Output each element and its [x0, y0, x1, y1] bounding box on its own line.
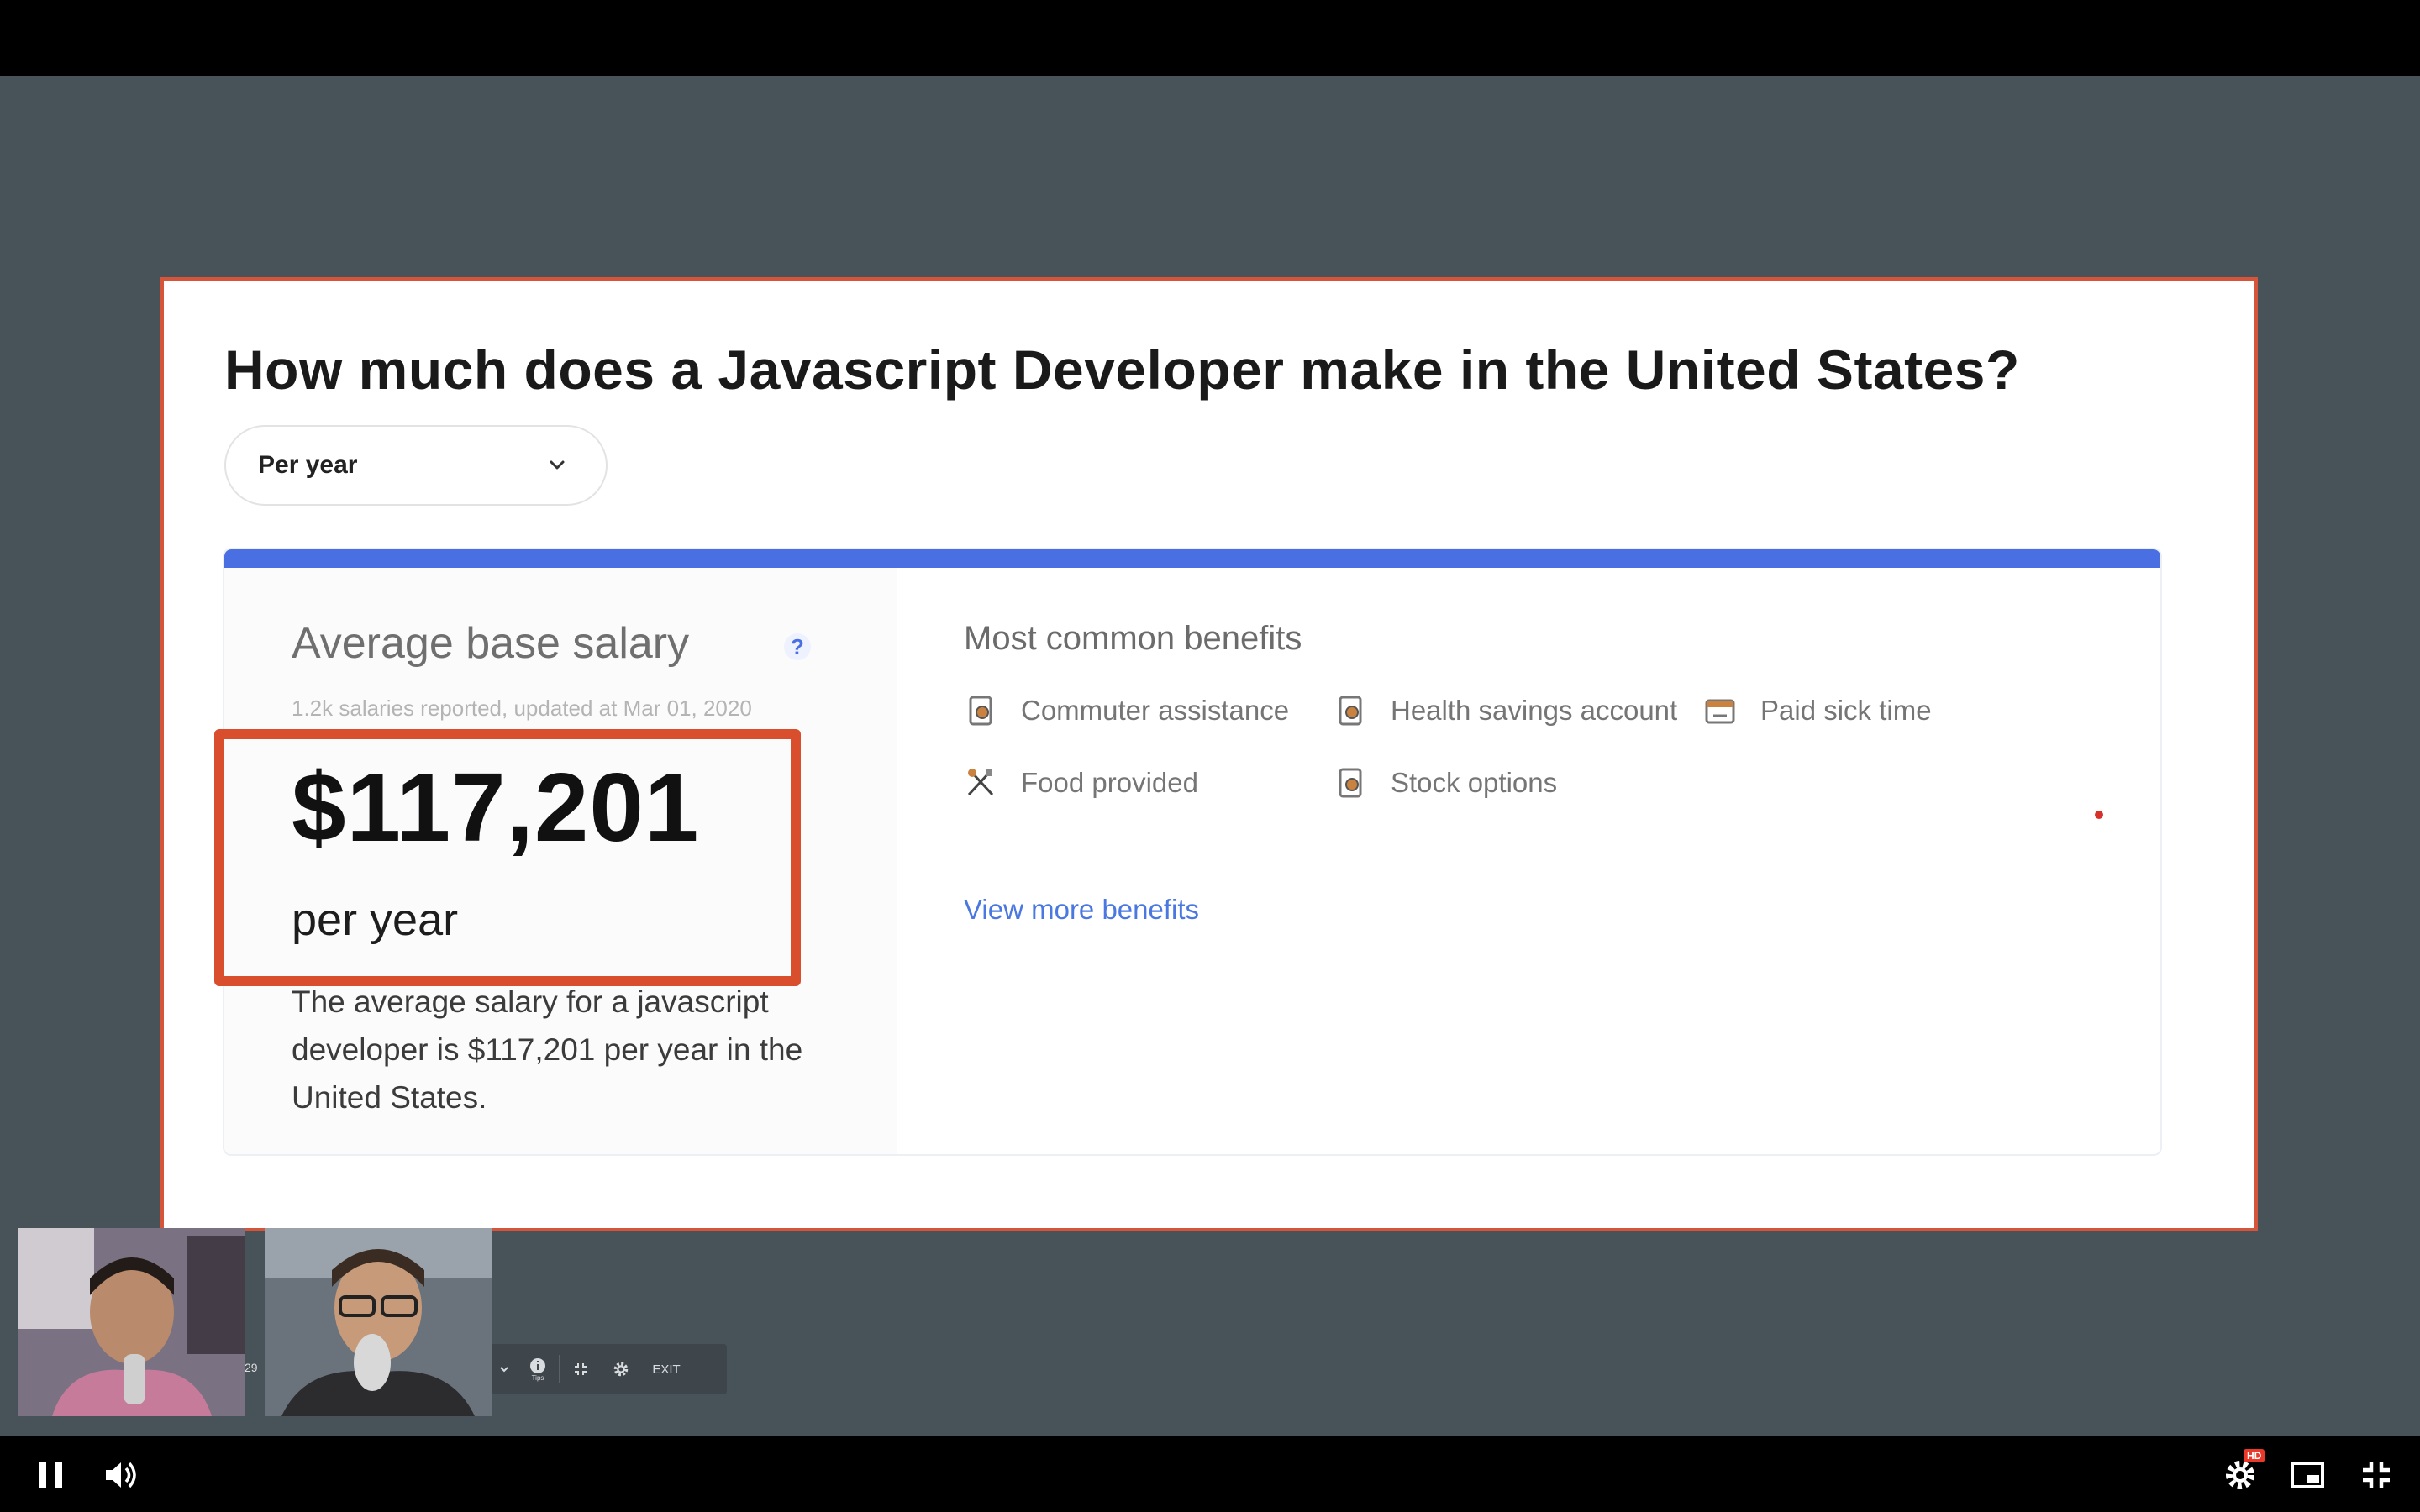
collapse-icon [575, 1363, 587, 1375]
exit-fullscreen-icon[interactable] [2356, 1455, 2396, 1495]
food-icon [967, 769, 994, 796]
webcam-person-1-image [18, 1228, 245, 1416]
collapse-button[interactable] [560, 1344, 601, 1394]
card-accent-bar [224, 549, 2160, 568]
salary-amount: $117,201 [292, 753, 700, 862]
benefit-item: Paid sick time [1703, 694, 1932, 727]
salary-card: Average base salary ? 1.2k salaries repo… [224, 549, 2160, 1154]
volume-icon[interactable] [101, 1455, 141, 1495]
health-savings-icon [1339, 696, 1362, 726]
stock-options-icon [1339, 768, 1362, 798]
benefits-panel: Most common benefits Commuter assistance… [964, 568, 2123, 1072]
benefit-item: Health savings account [1334, 694, 1677, 727]
toolbar-settings-button[interactable] [601, 1344, 641, 1394]
info-icon [530, 1357, 545, 1373]
recording-toolbar: Tips EXIT [492, 1344, 727, 1394]
benefit-label: Paid sick time [1760, 695, 1932, 726]
salary-panel: Average base salary ? 1.2k salaries repo… [224, 568, 897, 1154]
benefit-label: Food provided [1021, 767, 1198, 798]
webcam-feed-1 [18, 1228, 245, 1416]
pause-icon[interactable] [30, 1455, 71, 1495]
webcam-person-2-image [265, 1228, 492, 1416]
average-salary-heading: Average base salary [292, 619, 690, 668]
benefit-item: Commuter assistance [964, 694, 1289, 727]
benefit-item: Stock options [1334, 766, 1557, 800]
period-dropdown[interactable]: Per year [224, 425, 608, 506]
toolbar-dropdown[interactable] [492, 1344, 517, 1394]
chevron-down-icon [500, 1367, 508, 1373]
video-player: How much does a Javascript Developer mak… [0, 0, 2420, 1512]
chevron-down-icon [550, 460, 565, 470]
hd-badge: HD [2244, 1449, 2265, 1462]
salary-description: The average salary for a javascript deve… [292, 984, 803, 1115]
benefit-label: Stock options [1391, 767, 1558, 798]
info-button[interactable]: Tips [517, 1344, 559, 1394]
info-sublabel: Tips [531, 1373, 544, 1382]
webcam-counter: 29 [245, 1361, 258, 1374]
commuter-icon [969, 696, 992, 726]
benefits-heading: Most common benefits [964, 620, 1302, 657]
paid-sick-icon [1705, 699, 1735, 724]
player-controls: HD [0, 1436, 2420, 1512]
period-dropdown-value: Per year [258, 451, 358, 479]
gear-icon [613, 1362, 629, 1377]
webcam-feed-2 [265, 1228, 492, 1416]
benefit-item: Food provided [964, 766, 1198, 800]
miniplayer-icon[interactable] [2287, 1455, 2328, 1495]
slide-title: How much does a Javascript Developer mak… [224, 339, 2020, 401]
slide: How much does a Javascript Developer mak… [160, 277, 2258, 1231]
view-more-benefits-link[interactable]: View more benefits [964, 894, 1199, 926]
salary-unit: per year [292, 895, 459, 945]
pointer-dot [2095, 811, 2103, 819]
help-icon[interactable]: ? [784, 633, 811, 660]
benefit-label: Health savings account [1391, 695, 1678, 726]
benefit-label: Commuter assistance [1021, 695, 1290, 726]
salary-meta: 1.2k salaries reported, updated at Mar 0… [292, 696, 752, 721]
exit-button[interactable]: EXIT [641, 1344, 692, 1394]
